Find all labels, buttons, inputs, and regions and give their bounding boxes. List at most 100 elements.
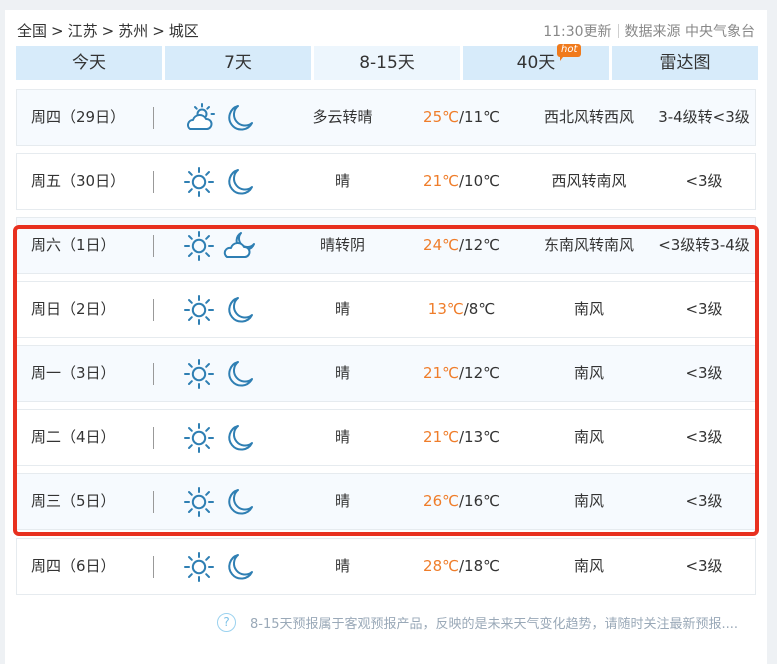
temp-low: /18℃: [458, 557, 500, 575]
cloudy-night-icon: [223, 230, 257, 262]
wind-level: <3级: [685, 492, 723, 510]
breadcrumb-separator: >: [51, 22, 64, 40]
forecast-row: 周四（29日） 多云转晴 25℃/11℃ 西北风转西风 3-4级转<3级: [16, 89, 756, 146]
row-divider: [153, 427, 154, 449]
weather-condition: 晴: [334, 492, 350, 510]
wind-level: <3级: [685, 172, 723, 190]
temp-high: 21℃: [423, 428, 459, 446]
temp-low: /12℃: [458, 364, 500, 382]
wind-direction: 南风: [573, 492, 604, 510]
sun-icon: [182, 166, 216, 198]
wind-level: <3级: [685, 428, 723, 446]
wind-level: <3级转3-4级: [658, 236, 750, 254]
row-divider: [153, 107, 154, 129]
weather-condition: 晴: [334, 364, 350, 382]
tab-today[interactable]: 今天: [16, 46, 162, 80]
breadcrumb: 全国 > 江苏 > 苏州 > 城区: [17, 20, 199, 41]
update-time: 11:30更新: [543, 24, 612, 40]
temp-high: 25℃: [423, 108, 459, 126]
temp-high: 21℃: [423, 364, 459, 382]
forecast-row: 周一（3日） 晴 21℃/12℃ 南风 <3级: [16, 345, 756, 402]
breadcrumb-province[interactable]: 江苏: [68, 22, 98, 40]
wind-direction: 东南风转南风: [543, 236, 634, 254]
footer-note: ? 8-15天预报属于客观预报产品，反映的是未来天气变化趋势，请随时关注最新预报.…: [217, 613, 738, 632]
moon-icon: [223, 551, 257, 583]
wind-direction: 南风: [573, 557, 604, 575]
day-label: 周三（5日）: [31, 492, 116, 510]
breadcrumb-city[interactable]: 苏州: [118, 22, 148, 40]
wind-direction: 南风: [573, 364, 604, 382]
moon-icon: [223, 166, 257, 198]
header-bar: 全国 > 江苏 > 苏州 > 城区 11:30更新 数据来源 中央气象台: [17, 20, 757, 44]
moon-icon: [223, 358, 257, 390]
tab-radar[interactable]: 雷达图: [612, 46, 758, 80]
moon-icon: [223, 486, 257, 518]
moon-icon: [223, 422, 257, 454]
forecast-tabs: 今天 7天 8-15天 40天 hot 雷达图: [16, 44, 758, 80]
forecast-row: 周六（1日） 晴转阴 24℃/12℃ 东南风转南风 <3级转3-4级: [16, 217, 756, 274]
partly-cloudy-icon: [182, 102, 216, 134]
help-icon[interactable]: ?: [217, 613, 236, 632]
tab-7-days[interactable]: 7天: [165, 46, 311, 80]
temperature: 24℃/12℃: [399, 218, 524, 273]
update-meta: 11:30更新 数据来源 中央气象台: [543, 21, 755, 41]
forecast-row: 周二（4日） 晴 21℃/13℃ 南风 <3级: [16, 409, 756, 466]
footer-text: 8-15天预报属于客观预报产品，反映的是未来天气变化趋势，请随时关注最新预报..…: [250, 617, 739, 632]
weather-condition: 晴: [334, 300, 350, 318]
temp-high: 28℃: [423, 557, 459, 575]
sun-icon: [182, 230, 216, 262]
day-label: 周日（2日）: [31, 300, 116, 318]
sun-icon: [182, 486, 216, 518]
day-label: 周一（3日）: [31, 364, 116, 382]
temp-low: /13℃: [458, 428, 500, 446]
temperature: 13℃/8℃: [399, 282, 524, 337]
wind-level: <3级: [685, 557, 723, 575]
temp-high: 13℃: [427, 300, 464, 318]
temp-high: 24℃: [423, 236, 459, 254]
sun-icon: [182, 551, 216, 583]
sun-icon: [182, 294, 216, 326]
wind-level: <3级: [685, 364, 723, 382]
tab-8-15-days[interactable]: 8-15天: [314, 46, 460, 80]
tab-40-days-label: 40天: [516, 53, 556, 73]
temperature: 21℃/13℃: [399, 410, 524, 465]
wind-direction: 南风: [573, 428, 604, 446]
temperature: 28℃/18℃: [399, 539, 524, 594]
temperature: 26℃/16℃: [399, 474, 524, 529]
moon-icon: [223, 294, 257, 326]
row-divider: [153, 299, 154, 321]
breadcrumb-country[interactable]: 全国: [17, 22, 47, 40]
forecast-row: 周四（6日） 晴 28℃/18℃ 南风 <3级: [16, 538, 756, 595]
data-source: 数据来源 中央气象台: [624, 24, 755, 40]
weather-condition: 晴转阴: [319, 236, 365, 254]
temperature: 25℃/11℃: [399, 90, 524, 145]
temp-high: 21℃: [423, 172, 459, 190]
day-label: 周二（4日）: [31, 428, 116, 446]
sun-icon: [182, 358, 216, 390]
meta-divider: [617, 24, 619, 38]
wind-level: <3级: [685, 300, 723, 318]
day-label: 周四（29日）: [31, 108, 126, 126]
temp-low: /11℃: [458, 108, 500, 126]
tab-40-days[interactable]: 40天 hot: [463, 44, 609, 80]
day-label: 周四（6日）: [31, 557, 116, 575]
wind-direction: 南风: [573, 300, 604, 318]
row-divider: [153, 235, 154, 257]
forecast-row: 周三（5日） 晴 26℃/16℃ 南风 <3级: [16, 473, 756, 530]
moon-icon: [223, 102, 257, 134]
row-divider: [153, 171, 154, 193]
temperature: 21℃/10℃: [399, 154, 524, 209]
forecast-row: 周五（30日） 晴 21℃/10℃ 西风转南风 <3级: [16, 153, 756, 210]
weather-condition: 晴: [334, 172, 350, 190]
breadcrumb-separator: >: [152, 22, 165, 40]
temp-low: /12℃: [458, 236, 500, 254]
wind-direction: 西北风转西风: [543, 108, 634, 126]
row-divider: [153, 363, 154, 385]
hot-badge: hot: [557, 44, 582, 61]
weather-condition: 晴: [334, 557, 350, 575]
wind-level: 3-4级转<3级: [658, 108, 750, 126]
breadcrumb-district: 城区: [168, 22, 199, 40]
temp-low: /10℃: [458, 172, 500, 190]
temp-low: /8℃: [463, 300, 496, 318]
sun-icon: [182, 422, 216, 454]
